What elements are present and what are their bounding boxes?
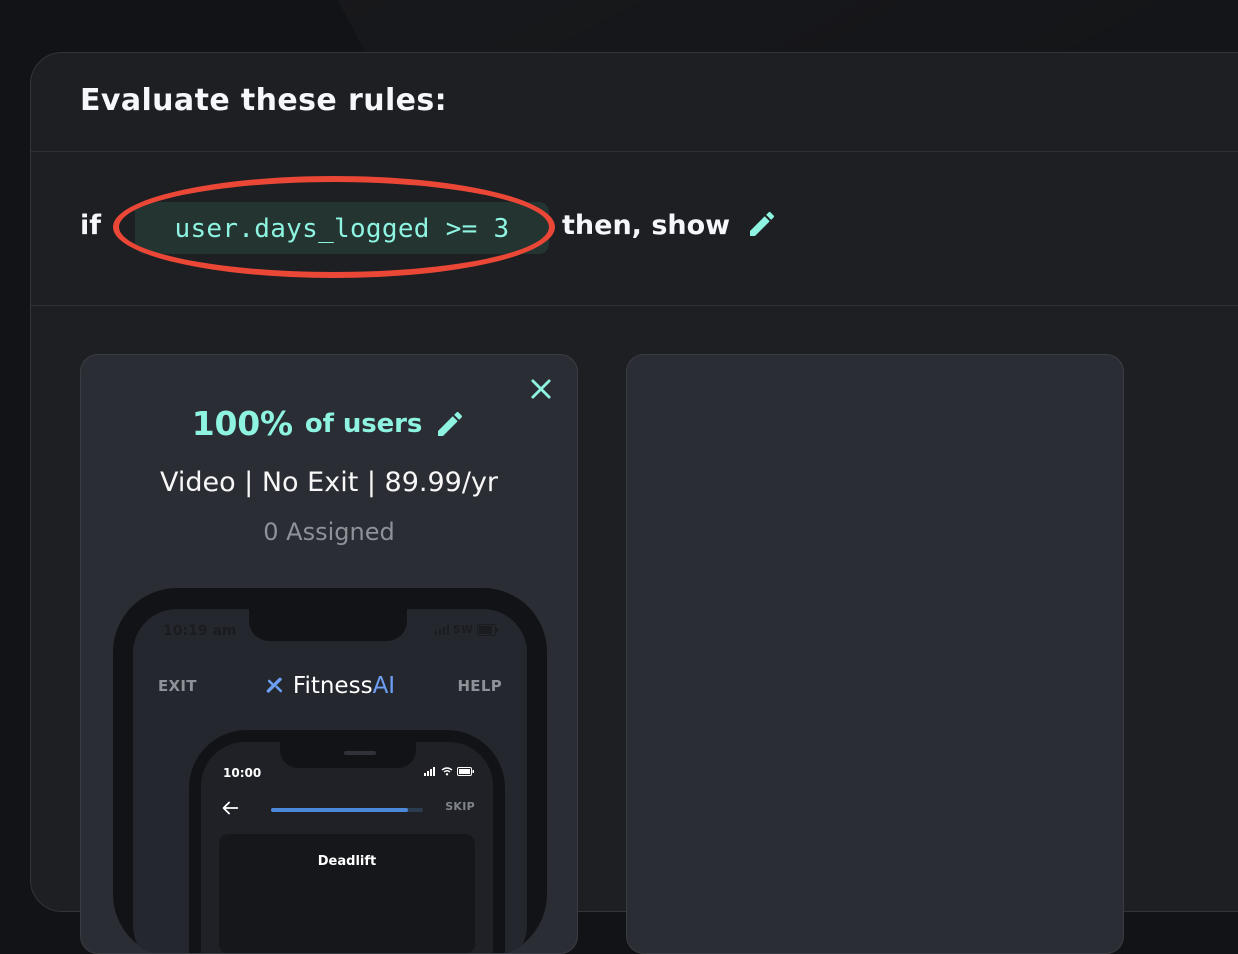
fitnessai-logo-icon xyxy=(266,677,282,693)
wifi-icon xyxy=(441,767,453,776)
page-title: Evaluate these rules: xyxy=(80,82,448,118)
variant-card: 100% of users Video | No Exit | 89.99/yr… xyxy=(80,354,578,954)
content-area: 100% of users Video | No Exit | 89.99/yr… xyxy=(31,306,1238,954)
preview-screen: 10:19 am SW EXIT FitnessAI HELP 10:00 SK… xyxy=(133,609,527,953)
assigned-count: 0 Assigned xyxy=(263,518,395,546)
exercise-name: Deadlift xyxy=(317,854,377,869)
brand-accent: AI xyxy=(372,673,396,699)
inner-signal-icon xyxy=(424,767,435,776)
inner-status xyxy=(424,767,475,776)
percentage-value: 100% xyxy=(191,404,293,443)
phone-notch xyxy=(249,609,407,641)
rule-if-label: if xyxy=(80,210,102,241)
rule-row: if user.days_logged >= 3 then, show xyxy=(31,152,1238,306)
inner-phone: 10:00 SKIP Deadlift xyxy=(189,730,505,953)
panel-header: Evaluate these rules: xyxy=(31,53,1238,152)
variant-description: Video | No Exit | 89.99/yr xyxy=(159,467,499,498)
help-link[interactable]: HELP xyxy=(457,677,502,695)
carrier-label: SW xyxy=(452,623,473,636)
inner-speaker xyxy=(344,751,376,755)
inner-time: 10:00 xyxy=(223,766,262,780)
inner-battery-icon xyxy=(457,767,474,776)
progress-bar xyxy=(271,808,423,812)
pencil-icon[interactable] xyxy=(746,208,778,240)
percentage-label: of users xyxy=(304,408,423,439)
battery-icon xyxy=(477,623,498,636)
exercise-card: Deadlift xyxy=(219,834,475,953)
brand-main: Fitness xyxy=(292,673,373,699)
percentage-row: 100% of users xyxy=(81,404,577,443)
pencil-icon[interactable] xyxy=(434,408,466,440)
empty-variant-card xyxy=(626,354,1124,954)
condition-chip[interactable]: user.days_logged >= 3 xyxy=(135,202,549,254)
rule-then-label: then, show xyxy=(562,210,731,241)
rules-panel: Evaluate these rules: if user.days_logge… xyxy=(30,52,1238,954)
inner-screen: 10:00 SKIP Deadlift xyxy=(201,742,493,953)
condition-text: user.days_logged >= 3 xyxy=(174,214,510,244)
outer-time: 10:19 am xyxy=(163,623,237,639)
outer-status: SW xyxy=(434,623,499,636)
arrow-left-icon[interactable] xyxy=(219,797,241,819)
close-icon[interactable] xyxy=(527,375,555,403)
preview-phone: 10:19 am SW EXIT FitnessAI HELP 10:00 SK… xyxy=(113,588,547,953)
progress-fill xyxy=(271,808,408,812)
skip-button[interactable]: SKIP xyxy=(445,800,475,813)
signal-icon xyxy=(434,624,449,635)
inner-notch xyxy=(280,742,416,768)
